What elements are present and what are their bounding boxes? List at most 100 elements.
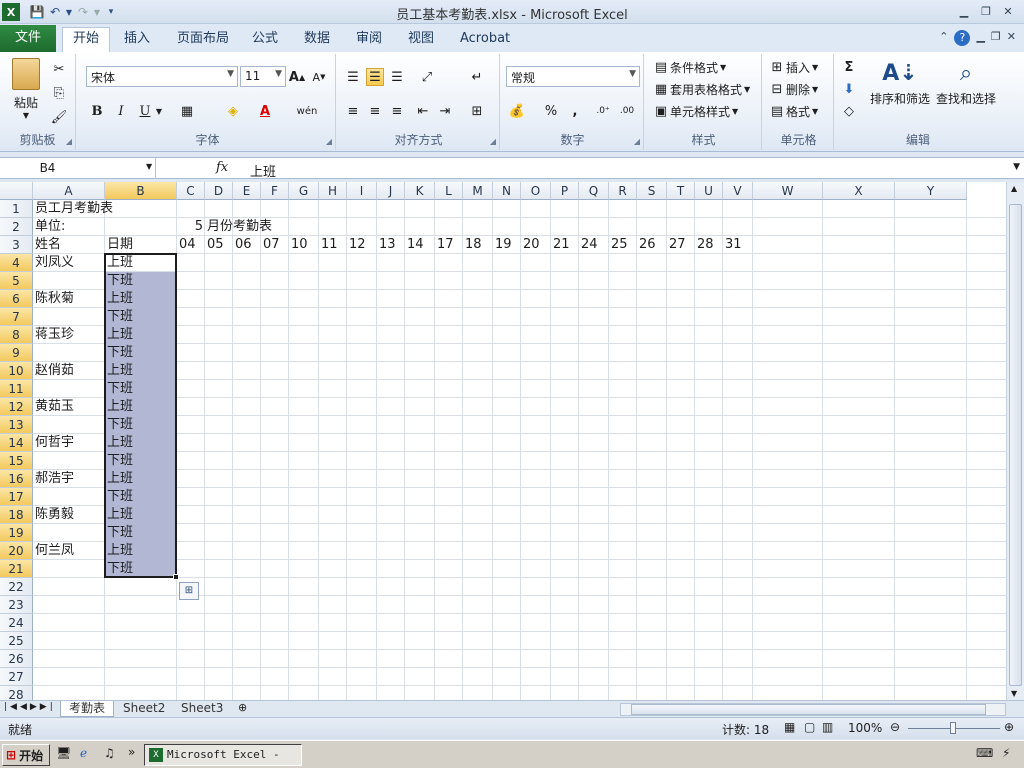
media-icon[interactable]: ♫ [104,746,115,760]
column-header-c[interactable]: C [177,182,205,200]
tab-acrobat[interactable]: Acrobat [450,28,520,52]
clear-icon[interactable]: ◇ [840,102,858,120]
row-header-14[interactable]: 14 [0,434,33,452]
cell-employee-name[interactable]: 刘凤义 [35,254,74,272]
delete-cells-button[interactable]: ⊟ 删除 ▼ [768,80,819,98]
column-header-r[interactable]: R [609,182,637,200]
cell-employee-name[interactable]: 赵俏茹 [35,362,74,380]
font-size-combo[interactable]: 11 ▼ [240,66,286,87]
fill-color-icon[interactable]: ◈ [224,102,242,120]
cell-day-l[interactable]: 17 [437,236,454,254]
cell-day-r[interactable]: 25 [611,236,628,254]
expand-formula-bar-icon[interactable]: ▼ [1013,162,1020,172]
column-header-u[interactable]: U [695,182,723,200]
sheet-tab-sheet2[interactable]: Sheet2 [115,701,173,717]
row-header-2[interactable]: 2 [0,218,33,236]
font-launcher-icon[interactable]: ◢ [326,137,332,146]
tab-page-layout[interactable]: 页面布局 [167,28,239,52]
percent-button[interactable]: % [542,102,560,120]
underline-button[interactable]: U [136,102,154,120]
tab-home[interactable]: 开始 [62,27,111,53]
cell-a3[interactable]: 姓名 [35,236,61,254]
cell-day-q[interactable]: 24 [581,236,598,254]
column-header-d[interactable]: D [205,182,233,200]
alignment-launcher-icon[interactable]: ◢ [490,137,496,146]
column-header-v[interactable]: V [723,182,753,200]
cell-day-m[interactable]: 18 [465,236,482,254]
cell-day-g[interactable]: 10 [291,236,308,254]
taskbar-excel-item[interactable]: X Microsoft Excel - ... [144,744,302,766]
tab-view[interactable]: 视图 [398,28,444,52]
normal-view-icon[interactable]: ▦ [784,720,795,734]
format-painter-icon[interactable]: 🖌 [50,108,68,126]
column-header-f[interactable]: F [261,182,289,200]
show-desktop-icon[interactable]: 🖥 [56,746,71,760]
cell-day-t[interactable]: 27 [669,236,686,254]
bold-button[interactable]: B [88,102,106,120]
horizontal-scroll-thumb[interactable] [631,704,986,715]
row-header-10[interactable]: 10 [0,362,33,380]
keyboard-tray-icon[interactable]: ⌨ [976,746,993,760]
column-header-t[interactable]: T [667,182,695,200]
number-launcher-icon[interactable]: ◢ [634,137,640,146]
formula-input[interactable]: 上班 [250,161,276,180]
row-header-20[interactable]: 20 [0,542,33,560]
decrease-indent-icon[interactable]: ⇤ [414,102,432,120]
shrink-font-icon[interactable]: A ▼ [310,68,328,86]
row-header-1[interactable]: 1 [0,200,33,218]
cell-day-n[interactable]: 19 [495,236,512,254]
scroll-up-icon[interactable]: ▲ [1011,184,1017,193]
column-header-x[interactable]: X [823,182,895,200]
column-header-l[interactable]: L [435,182,463,200]
sort-filter-button[interactable]: A⇣ 排序和筛选 [868,58,932,107]
cell-employee-name[interactable]: 蒋玉珍 [35,326,74,344]
tab-review[interactable]: 审阅 [346,28,392,52]
row-header-16[interactable]: 16 [0,470,33,488]
row-header-25[interactable]: 25 [0,632,33,650]
cut-icon[interactable]: ✂ [50,60,68,78]
cell-b3[interactable]: 日期 [107,236,133,254]
minimize-icon[interactable]: ▁ [954,2,974,20]
zoom-in-icon[interactable]: ⊕ [1004,720,1014,734]
cell-d2[interactable]: 月份考勤表 [207,218,272,236]
row-header-18[interactable]: 18 [0,506,33,524]
insert-cells-button[interactable]: ⊞ 插入 ▼ [768,58,819,76]
workbook-minimize-icon[interactable]: ▁ [976,30,984,46]
fill-icon[interactable]: ⬇ [840,80,858,98]
cell-employee-name[interactable]: 陈勇毅 [35,506,74,524]
vertical-scrollbar[interactable]: ▲ ▼ [1006,182,1024,700]
auto-fill-options-icon[interactable]: ⊞ [179,582,199,600]
column-header-w[interactable]: W [753,182,823,200]
row-header-28[interactable]: 28 [0,686,33,700]
format-as-table-button[interactable]: ▦ 套用表格格式 ▼ [652,80,750,98]
font-color-icon[interactable]: A [256,102,274,120]
workbook-restore-icon[interactable]: ❐ [991,30,1001,46]
close-icon[interactable]: ✕ [998,2,1018,20]
cell-a2[interactable]: 单位: [35,218,65,236]
name-box-dropdown-icon[interactable]: ▼ [146,162,152,171]
row-header-4[interactable]: 4 [0,254,33,272]
number-format-combo[interactable]: 常规 ▼ [506,66,640,87]
row-header-22[interactable]: 22 [0,578,33,596]
orientation-icon[interactable]: ⤢ [418,68,436,86]
fill-handle[interactable] [173,574,179,580]
page-layout-view-icon[interactable]: ▢ [804,720,815,734]
row-header-19[interactable]: 19 [0,524,33,542]
column-header-a[interactable]: A [33,182,105,200]
cell-c2[interactable]: 5 [179,218,203,236]
cell-day-k[interactable]: 14 [407,236,424,254]
comma-button[interactable]: , [566,102,584,120]
cell-styles-button[interactable]: ▣ 单元格样式 ▼ [652,102,738,120]
decrease-decimal-icon[interactable]: .00 [618,102,636,120]
cell-day-h[interactable]: 11 [321,236,338,254]
sheet-tab-attendance[interactable]: 考勤表 [60,701,115,717]
font-name-combo[interactable]: 宋体 ▼ [86,66,238,87]
vertical-scroll-thumb[interactable] [1009,204,1022,686]
help-icon[interactable]: ? [954,30,971,46]
horizontal-scrollbar[interactable] [620,703,1006,716]
cell-day-u[interactable]: 28 [697,236,714,254]
borders-icon[interactable]: ▦ [178,102,196,120]
cell-employee-name[interactable]: 郝浩宇 [35,470,74,488]
quicklaunch-more-icon[interactable]: » [128,745,135,759]
column-header-m[interactable]: M [463,182,493,200]
